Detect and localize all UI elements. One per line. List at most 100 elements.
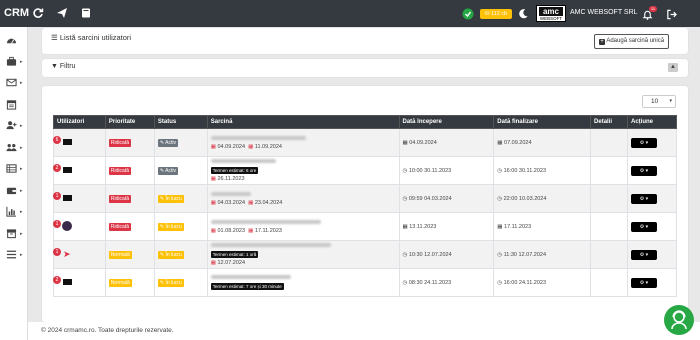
action-dropdown-button[interactable]: ⚙ ▾ — [631, 165, 657, 176]
header-end-date[interactable]: Dată finalizare — [493, 115, 592, 129]
sidebar-item-list[interactable]: ▸ — [6, 163, 24, 175]
estimate-badge: Termen estimat: 6 ore — [210, 167, 259, 174]
table-row[interactable]: 6 Ridicată ✎ Activ ▦ 04.09.2024 ▦ 11.09.… — [53, 128, 677, 157]
action-dropdown-button[interactable]: ⚙ ▾ — [631, 137, 657, 148]
header-status[interactable]: Status — [153, 115, 208, 129]
details-cell — [590, 156, 628, 185]
task-cell[interactable]: Termen estimat: 6 ore ▦ 26.11.2023 — [206, 156, 400, 185]
status-cell: ✎ Activ — [153, 156, 208, 185]
calendar-icon: ▦ — [210, 260, 216, 266]
table-row[interactable]: 2 Normală ✎ În lucru Termen estimat: 7 o… — [53, 268, 677, 297]
avatar[interactable]: 1 — [53, 191, 72, 203]
caret-icon: ▸ — [20, 188, 23, 194]
calendar-icon: ▦ — [210, 227, 216, 234]
caret-icon: ▸ — [20, 59, 23, 65]
priority-cell: Ridicată — [104, 184, 155, 213]
status-cell: ✎ Activ — [153, 128, 208, 157]
filter-toggle[interactable]: ▼ Filtru — [51, 63, 75, 70]
avatar[interactable]: 2 — [53, 275, 72, 287]
check-circle-icon[interactable] — [462, 8, 474, 20]
sidebar-item-wallet[interactable]: ▸ — [6, 185, 24, 197]
header-task[interactable]: Sarcină — [206, 115, 400, 129]
sidebar-item-archive[interactable]: ▸ — [6, 228, 24, 240]
task-cell[interactable]: ▦ 04.09.2024 ▦ 11.09.2024 — [206, 128, 400, 157]
task-cell[interactable]: ▦ 01.08.2023 ▦ 17.11.2023 — [206, 212, 400, 241]
credit-count: 112 cb — [491, 11, 508, 17]
gear-icon: ⚙ — [639, 195, 645, 202]
refresh-icon[interactable] — [32, 7, 44, 19]
header-details[interactable]: Detalii — [590, 115, 628, 129]
caret-icon: ▸ — [20, 209, 23, 215]
priority-cell: Normală — [104, 268, 155, 297]
table-row[interactable]: 1 Ridicată ✎ În lucru ▦ 01.08.2023 ▦ 17.… — [53, 212, 677, 241]
table-row[interactable]: 2 Ridicată ✎ Activ Termen estimat: 6 ore… — [53, 156, 677, 185]
sidebar-item-chart[interactable]: ▸ — [6, 206, 24, 218]
user-cell: 2 — [53, 268, 106, 297]
settings-list-icon — [6, 250, 17, 259]
status-badge: ✎ În lucru — [157, 222, 184, 231]
action-dropdown-button[interactable]: ⚙ ▾ — [631, 221, 657, 232]
moon-icon[interactable] — [518, 8, 530, 20]
support-chat-button[interactable] — [664, 305, 694, 335]
action-cell: ⚙ ▾ — [627, 212, 677, 241]
envelope-icon — [6, 78, 17, 87]
status-text: Activ — [165, 167, 177, 174]
table-row[interactable]: 1 ➤ Normală ✎ În lucru Termen estimat: 1 … — [53, 240, 677, 269]
chart-icon — [6, 206, 17, 217]
action-dropdown-button[interactable]: ⚙ ▾ — [631, 249, 657, 260]
page-header-card: ☰ Listă sarcini utilizatori + Adaugă sar… — [42, 28, 688, 54]
avatar[interactable]: 2 — [53, 163, 72, 175]
add-task-button[interactable]: + Adaugă sarcină unică — [594, 34, 670, 49]
user-count-badge: 1 — [53, 219, 61, 228]
priority-cell: Ridicată — [104, 128, 155, 157]
caret-down-icon: ▾ — [645, 279, 649, 286]
user-cell: 1 ➤ — [53, 240, 106, 269]
logout-icon[interactable] — [666, 9, 678, 21]
priority-badge: Ridicată — [108, 222, 131, 231]
sidebar-item-users[interactable]: ▸ — [6, 142, 24, 154]
sidebar-item-dashboard[interactable] — [6, 35, 24, 47]
company-name[interactable]: AMC WEBSOFT SRL — [570, 9, 638, 16]
paper-plane-icon[interactable] — [56, 7, 68, 19]
page-title-text: Listă sarcini utilizatori — [59, 33, 132, 42]
sidebar-item-briefcase[interactable]: ▸ — [6, 56, 24, 68]
book-icon[interactable] — [80, 7, 92, 19]
header-priority[interactable]: Prioritate — [104, 115, 155, 129]
tasks-table-wrap: Utilizatori Prioritate Status Sarcină Da… — [53, 115, 677, 297]
calendar-icon — [6, 100, 17, 110]
status-cell: ✎ În lucru — [153, 240, 208, 269]
company-avatar-logo — [63, 278, 72, 285]
sidebar-item-calendar[interactable] — [6, 99, 24, 111]
header-users[interactable]: Utilizatori — [53, 115, 106, 129]
action-dropdown-button[interactable]: ⚙ ▾ — [631, 277, 657, 288]
brand-logo[interactable]: CRM — [4, 7, 29, 19]
avatar[interactable]: 1 ➤ — [53, 247, 71, 259]
task-cell[interactable]: Termen estimat: 1 oră ▦ 12.07.2024 — [206, 240, 400, 269]
start-date-cell: ◷ 10:30 12.07.2024 — [398, 240, 495, 269]
start-date: 09:59 04.03.2024 — [408, 195, 452, 202]
end-date: 16:00 24.11.2023 — [503, 279, 547, 286]
estimate-badge: Termen estimat: 7 ore și 30 minute — [210, 283, 284, 290]
gear-icon: ⚙ — [639, 279, 645, 286]
status-text: În lucru — [165, 195, 182, 202]
header-start-date[interactable]: Dată începere — [398, 115, 495, 129]
action-dropdown-button[interactable]: ⚙ ▾ — [631, 193, 657, 204]
task-cell[interactable]: Termen estimat: 7 ore și 30 minute — [206, 268, 400, 297]
priority-badge: Ridicată — [108, 138, 131, 147]
table-row[interactable]: 1 Ridicată ✎ În lucru ▦ 04.03.2024 ▦ 23.… — [53, 184, 677, 213]
avatar[interactable]: 1 — [53, 219, 72, 231]
status-text: În lucru — [165, 223, 182, 230]
sidebar-item-user-plus[interactable]: ▸ — [6, 120, 24, 132]
credit-badge[interactable]: ⛁ 112 cb — [480, 9, 512, 19]
page-size-select[interactable]: 10 ▾ — [642, 95, 676, 108]
collapse-icon[interactable]: ▲ — [668, 63, 678, 72]
logo-text: amc — [539, 7, 563, 16]
task-cell[interactable]: ▦ 04.03.2024 ▦ 23.04.2024 — [206, 184, 400, 213]
header-action[interactable]: Acțiune — [627, 115, 677, 129]
end-date-cell: ◷ 22:00 10.03.2024 — [493, 184, 592, 213]
start-date-cell: ▦ 04.09.2024 — [398, 128, 495, 157]
briefcase-icon — [6, 56, 17, 66]
sidebar-item-envelope[interactable]: ▸ — [6, 77, 24, 89]
avatar[interactable]: 6 — [53, 135, 72, 147]
sidebar-item-settings-list[interactable]: ▸ — [6, 249, 24, 261]
